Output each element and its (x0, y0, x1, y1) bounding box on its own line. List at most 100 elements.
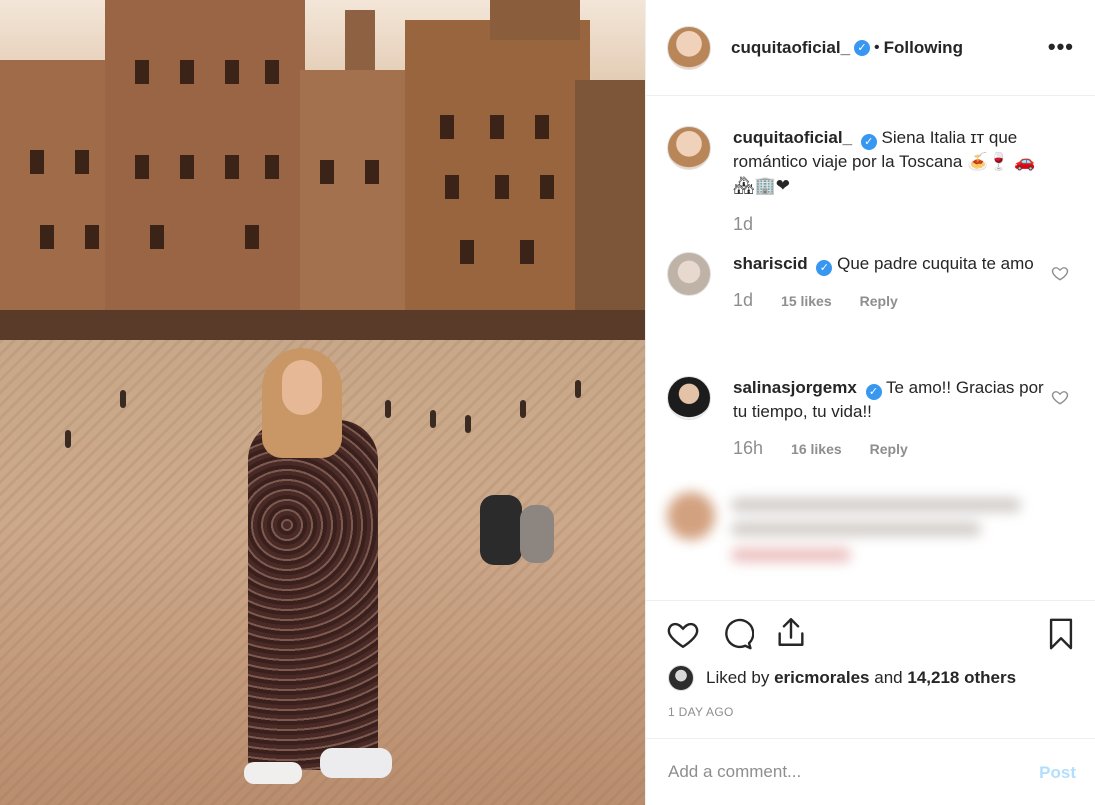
photo-window (320, 160, 334, 184)
likes-and: and (874, 668, 903, 687)
blurred-line (731, 522, 981, 536)
photo-window (445, 175, 459, 199)
comment-text: Que padre cuquita te amo (837, 254, 1034, 273)
comment-item: shariscid ✓ Que padre cuquita te amo 1d … (667, 252, 1069, 313)
photo-window (150, 225, 164, 249)
comment-body: shariscid ✓ Que padre cuquita te amo 1d … (733, 252, 1053, 313)
comment-heart-icon[interactable] (1051, 264, 1069, 282)
commenter-avatar[interactable] (667, 252, 711, 296)
photo-pedestrian (520, 400, 526, 418)
caption-emoji: 🍝🍷 (967, 152, 1010, 172)
blurred-line (731, 548, 851, 562)
bookmark-icon[interactable] (1044, 617, 1078, 651)
commenter-avatar[interactable] (667, 376, 711, 420)
post-side-panel: cuquitaoficial_ ✓ • Following ••• cuquit… (645, 0, 1095, 805)
author-avatar[interactable] (667, 25, 711, 70)
photo-window (135, 155, 149, 179)
post-timestamp[interactable]: 1 DAY AGO (668, 705, 734, 719)
likes-summary: Liked by ericmorales and 14,218 others (668, 665, 1016, 691)
comment-username[interactable]: salinasjorgemx (733, 378, 857, 397)
photo-tower (490, 0, 580, 40)
comment-body: salinasjorgemx ✓ Te amo!! Gracias por tu… (733, 376, 1053, 461)
comment-icon[interactable] (720, 617, 754, 651)
heart-icon[interactable] (666, 617, 700, 651)
caption-avatar[interactable] (667, 126, 711, 170)
photo-woman-dress (248, 420, 378, 770)
photo-window (520, 240, 534, 264)
caption-username[interactable]: cuquitaoficial_ (733, 128, 852, 147)
photo-window (30, 150, 44, 174)
author-info: cuquitaoficial_ ✓ • Following (731, 38, 963, 58)
blurred-comment (667, 492, 1067, 582)
verified-badge-icon: ✓ (816, 260, 833, 276)
photo-sneaker (244, 762, 302, 784)
share-icon[interactable] (774, 615, 808, 649)
photo-pedestrian (430, 410, 436, 428)
photo-pedestrian (65, 430, 71, 448)
photo-window (265, 155, 279, 179)
photo-window (440, 115, 454, 139)
photo-window (535, 115, 549, 139)
liker-username[interactable]: ericmorales (774, 668, 869, 688)
verified-badge-icon: ✓ (854, 39, 871, 56)
photo-tower (345, 10, 375, 70)
comment-reply-button[interactable]: Reply (860, 289, 898, 313)
comment-time[interactable]: 16h (733, 436, 763, 460)
photo-sitting-person (520, 505, 554, 563)
comment-reply-button[interactable]: Reply (870, 437, 908, 461)
photo-pedestrian (385, 400, 391, 418)
verified-badge-icon: ✓ (860, 134, 877, 150)
comment-heart-icon[interactable] (1051, 388, 1069, 406)
comment-time[interactable]: 1d (733, 288, 753, 312)
blurred-line (731, 498, 1021, 512)
caption-body: cuquitaoficial_ ✓ Siena Italia ɪᴛ que ro… (733, 126, 1053, 236)
post-photo[interactable] (0, 0, 645, 805)
photo-window (40, 225, 54, 249)
comment-input[interactable] (668, 762, 998, 782)
photo-window (460, 240, 474, 264)
caption-time[interactable]: 1d (733, 212, 753, 236)
likes-others-link[interactable]: 14,218 others (907, 668, 1016, 688)
more-options-icon[interactable]: ••• (1048, 34, 1074, 60)
photo-window (365, 160, 379, 184)
following-button[interactable]: Following (884, 38, 963, 58)
post-actions: Liked by ericmorales and 14,218 others 1… (646, 600, 1095, 722)
comments-list[interactable]: cuquitaoficial_ ✓ Siena Italia ɪᴛ que ro… (646, 97, 1095, 600)
add-comment-bar: Post (646, 738, 1095, 805)
comment-likes[interactable]: 15 likes (781, 289, 832, 313)
comment-item: salinasjorgemx ✓ Te amo!! Gracias por tu… (667, 376, 1069, 461)
photo-window (540, 175, 554, 199)
photo-window (85, 225, 99, 249)
photo-window (180, 60, 194, 84)
likes-prefix: Liked by (706, 668, 770, 687)
post-comment-button[interactable]: Post (1039, 763, 1076, 783)
comment-username[interactable]: shariscid (733, 254, 808, 273)
photo-window (265, 60, 279, 84)
post-caption: cuquitaoficial_ ✓ Siena Italia ɪᴛ que ro… (667, 126, 1067, 236)
photo-pedestrian (120, 390, 126, 408)
comment-meta: 1d 15 likes Reply (733, 288, 1053, 313)
instagram-post: cuquitaoficial_ ✓ • Following ••• cuquit… (0, 0, 1095, 805)
photo-window (180, 155, 194, 179)
photo-window (135, 60, 149, 84)
photo-window (225, 155, 239, 179)
blurred-avatar (667, 492, 715, 540)
photo-window (225, 60, 239, 84)
photo-window (75, 150, 89, 174)
comment-likes[interactable]: 16 likes (791, 437, 842, 461)
verified-badge-icon: ✓ (865, 384, 882, 400)
photo-window (495, 175, 509, 199)
liker-avatar[interactable] (668, 665, 694, 691)
photo-pedestrian (465, 415, 471, 433)
post-header: cuquitaoficial_ ✓ • Following ••• (646, 0, 1095, 96)
photo-woman-face (282, 360, 322, 415)
author-username[interactable]: cuquitaoficial_ (731, 38, 850, 58)
comment-meta: 16h 16 likes Reply (733, 436, 1053, 461)
photo-sneaker (320, 748, 392, 778)
photo-window (245, 225, 259, 249)
photo-window (490, 115, 504, 139)
separator-dot: • (874, 38, 880, 56)
caption-meta: 1d (733, 212, 1053, 236)
photo-sitting-person (480, 495, 522, 565)
photo-pedestrian (575, 380, 581, 398)
